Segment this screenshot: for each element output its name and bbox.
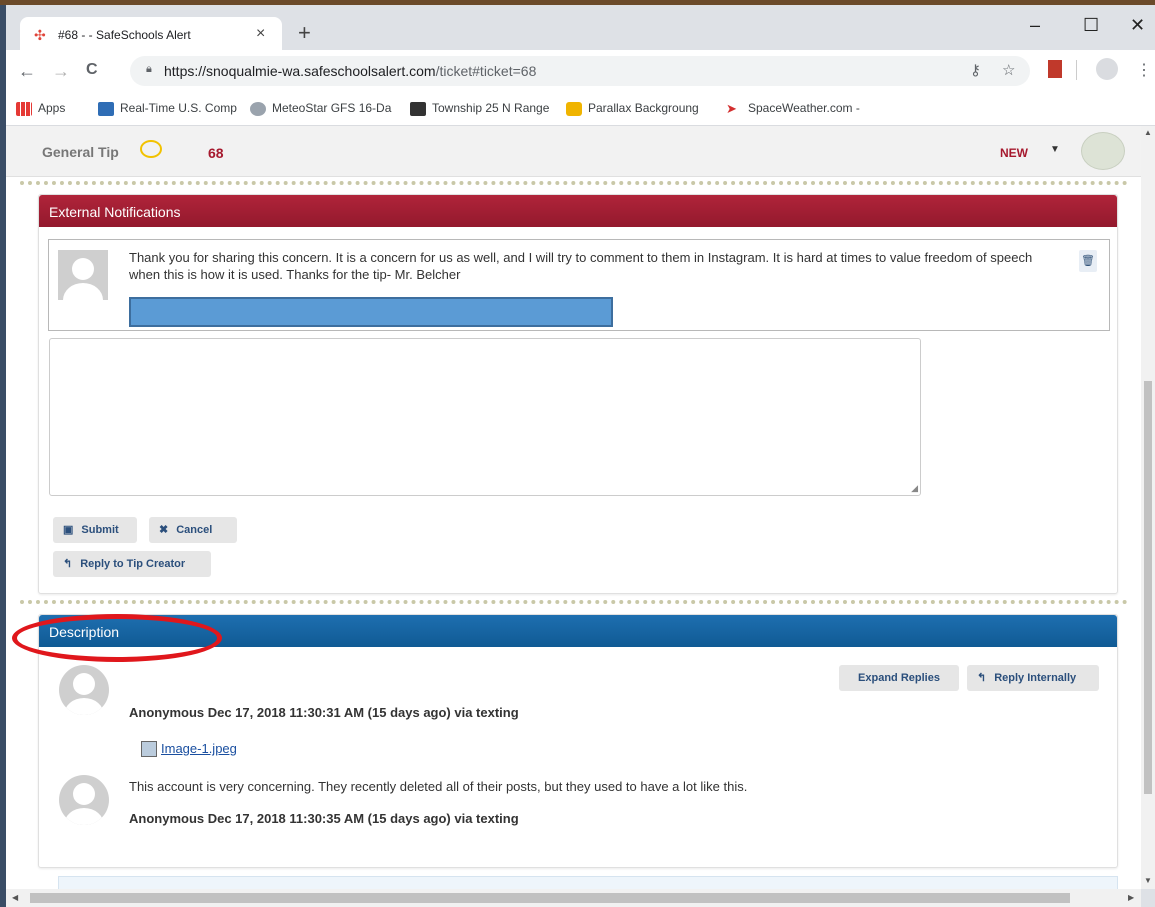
horizontal-scroll-thumb[interactable]: [30, 893, 1070, 903]
close-window-button[interactable]: ✕: [1130, 15, 1145, 36]
cancel-button[interactable]: ✖ Cancel: [149, 517, 237, 543]
spaceweather-icon: ➤: [726, 100, 737, 116]
horizontal-scrollbar[interactable]: ◀ ▶: [6, 889, 1141, 907]
panel-title: External Notifications: [49, 204, 181, 220]
comment-icon: ▣: [63, 524, 74, 536]
status-dropdown[interactable]: NEW ▼: [982, 140, 1066, 166]
binoculars-logo-icon[interactable]: [1081, 132, 1125, 170]
bookmark-apps[interactable]: Apps: [16, 101, 65, 116]
bookmark-meteostar[interactable]: MeteoStar GFS 16-Da: [250, 101, 391, 116]
external-notifications-panel: External Notifications Thank you for sha…: [38, 194, 1118, 594]
submit-button[interactable]: ▣ Submit: [53, 517, 137, 543]
scroll-right-icon[interactable]: ▶: [1128, 893, 1134, 902]
caret-down-icon: ▼: [1050, 144, 1060, 155]
trash-icon[interactable]: 🗑︎: [1079, 250, 1097, 272]
user-avatar-icon: [59, 775, 109, 825]
entry-author-line: Anonymous Dec 17, 2018 11:30:35 AM (15 d…: [129, 811, 519, 826]
address-bar[interactable]: 🔒︎ https://snoqualmie-wa.safeschoolsaler…: [130, 56, 1030, 86]
vertical-scroll-thumb[interactable]: [1144, 381, 1152, 794]
red-annotation-circle: [12, 614, 222, 662]
bookmark-star-icon[interactable]: ☆: [1002, 61, 1015, 79]
scroll-down-icon[interactable]: ▼: [1144, 876, 1152, 885]
vertical-scrollbar[interactable]: ▲ ▼: [1141, 126, 1155, 889]
tab-close-icon[interactable]: ×: [256, 25, 265, 43]
more-menu-icon[interactable]: ⋮: [1136, 60, 1152, 80]
image-file-icon: [141, 741, 157, 757]
back-button[interactable]: ←: [18, 61, 36, 82]
resize-handle-icon[interactable]: ◢: [911, 483, 918, 494]
ticket-header: General Tip 68 NEW ▼: [6, 126, 1141, 177]
apps-grid-icon: [16, 101, 32, 116]
lock-icon: 🔒︎: [146, 63, 152, 75]
page-viewport: General Tip 68 NEW ▼ External Notificati…: [6, 126, 1141, 889]
key-icon[interactable]: ⚷: [970, 61, 981, 79]
external-notifications-header: External Notifications: [39, 195, 1117, 227]
shield-icon: [566, 101, 582, 116]
user-avatar-icon: [58, 250, 108, 300]
notification-note: Thank you for sharing this concern. It i…: [48, 239, 1110, 331]
user-avatar-icon: [59, 665, 109, 715]
tab-title: #68 - - SafeSchools Alert: [58, 28, 191, 42]
minimize-button[interactable]: –: [1030, 15, 1040, 36]
x-icon: ✖: [159, 524, 169, 536]
dotted-divider: [20, 181, 1128, 185]
reply-textarea[interactable]: ◢: [49, 338, 921, 496]
extension-book-icon[interactable]: [1048, 60, 1062, 78]
entry-author-line: Anonymous Dec 17, 2018 11:30:31 AM (15 d…: [129, 705, 519, 720]
entry-text: This account is very concerning. They re…: [129, 779, 748, 794]
scroll-left-icon[interactable]: ◀: [12, 893, 18, 902]
speech-bubble-icon: [140, 140, 162, 158]
bookmarks-bar: Apps Real-Time U.S. Comp MeteoStar GFS 1…: [6, 92, 1155, 126]
url-text[interactable]: https://snoqualmie-wa.safeschoolsalert.c…: [164, 63, 536, 79]
forward-button[interactable]: →: [52, 61, 70, 82]
scroll-up-icon[interactable]: ▲: [1144, 128, 1152, 137]
status-value: NEW: [1000, 146, 1028, 160]
meteostar-icon: [250, 101, 266, 116]
bookmark-realtime[interactable]: Real-Time U.S. Comp: [98, 101, 237, 116]
maximize-button[interactable]: ☐: [1083, 15, 1099, 36]
next-panel-edge: [58, 876, 1118, 889]
reply-internally-button[interactable]: ↰ Reply Internally: [967, 665, 1099, 691]
bookmark-spaceweather[interactable]: ➤ SpaceWeather.com -: [726, 101, 860, 116]
ticket-number: 68: [208, 145, 224, 161]
reload-button[interactable]: C: [86, 61, 98, 79]
township-icon: [410, 101, 426, 116]
bookmark-parallax[interactable]: Parallax Backgroung: [566, 101, 699, 116]
map-icon: [98, 101, 114, 116]
browser-toolbar: ← → C 🔒︎ https://snoqualmie-wa.safeschoo…: [6, 50, 1155, 92]
profile-avatar-icon[interactable]: [1096, 58, 1118, 80]
reply-to-tip-creator-button[interactable]: ↰ Reply to Tip Creator: [53, 551, 211, 577]
reply-arrow-icon: ↰: [977, 672, 987, 684]
ticket-category: General Tip: [42, 144, 119, 160]
attachment-link[interactable]: Image-1.jpeg: [161, 741, 237, 756]
redacted-bar: [129, 297, 613, 327]
note-text: Thank you for sharing this concern. It i…: [129, 250, 1033, 282]
expand-replies-button[interactable]: Expand Replies: [839, 665, 959, 691]
reply-arrow-icon: ↰: [63, 558, 73, 570]
new-tab-button[interactable]: +: [298, 22, 311, 44]
dotted-divider: [20, 600, 1128, 604]
bookmark-township[interactable]: Township 25 N Range: [410, 101, 549, 116]
safeschools-favicon-icon: ✣: [34, 27, 46, 43]
toolbar-divider: [1076, 60, 1077, 80]
